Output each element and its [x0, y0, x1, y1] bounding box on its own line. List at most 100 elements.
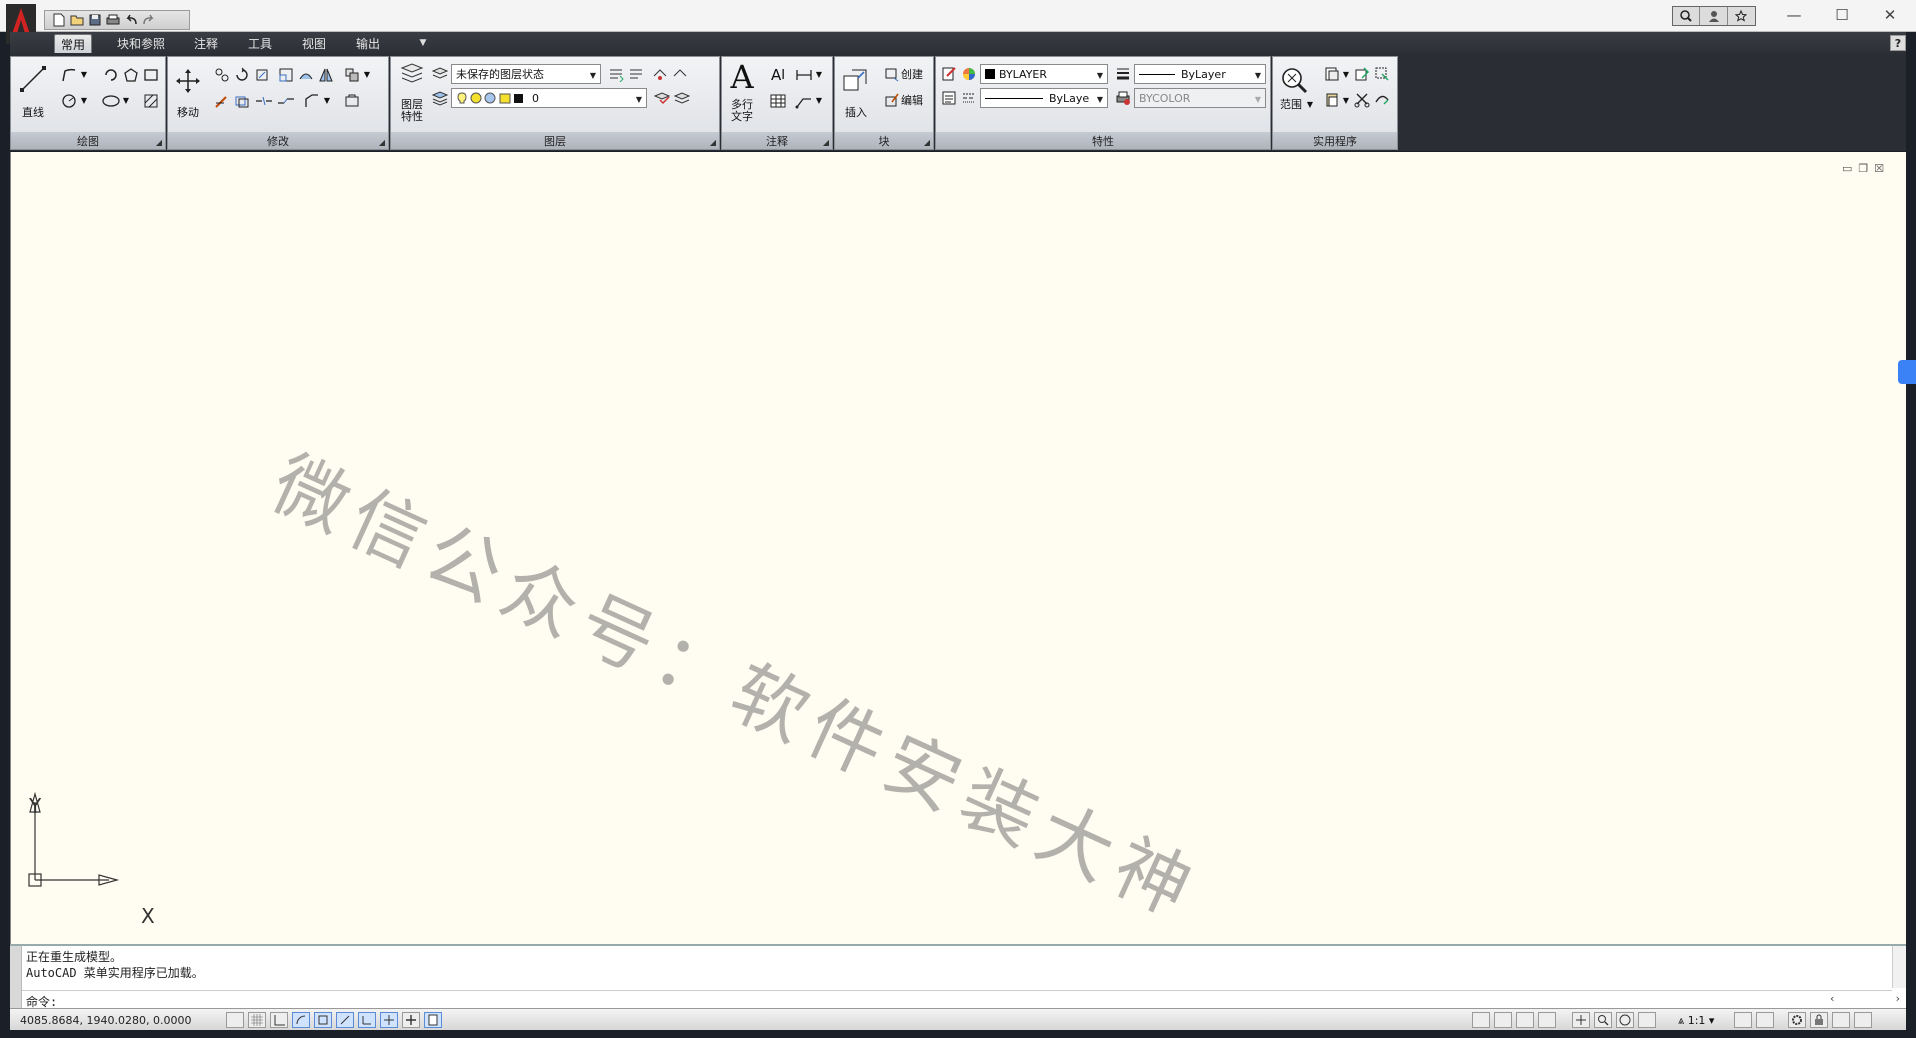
- layer-walk-icon[interactable]: [673, 89, 691, 107]
- viewport-close-icon[interactable]: ☒: [1874, 162, 1884, 176]
- open-icon[interactable]: [69, 12, 85, 28]
- layout1-button[interactable]: [1494, 1012, 1512, 1028]
- fillet-icon[interactable]: [212, 91, 232, 111]
- link-icon[interactable]: [1898, 360, 1916, 384]
- quick-view-button[interactable]: [1538, 1012, 1556, 1028]
- lineweight-display-button[interactable]: [402, 1012, 420, 1028]
- clean-screen-icon[interactable]: [1854, 1012, 1872, 1028]
- trim-icon[interactable]: [252, 65, 272, 85]
- join-icon[interactable]: [276, 91, 296, 111]
- expand-corner-icon[interactable]: ◢: [823, 138, 829, 147]
- auto-scale-icon[interactable]: [1756, 1012, 1774, 1028]
- chevron-down-icon[interactable]: ▼: [362, 69, 372, 79]
- ortho-button[interactable]: [270, 1012, 288, 1028]
- layer-unisolate-icon[interactable]: [671, 65, 689, 83]
- chamfer-icon[interactable]: [302, 91, 322, 111]
- panel-layers-footer[interactable]: 图层 ◢: [391, 132, 719, 149]
- current-layer-dropdown[interactable]: 0 ▼: [451, 88, 647, 108]
- minimize-button[interactable]: —: [1770, 0, 1818, 30]
- panel-modify-footer[interactable]: 修改 ◢: [168, 132, 388, 149]
- edit-block-icon[interactable]: [883, 91, 901, 109]
- panel-annotation-footer[interactable]: 注释 ◢: [722, 132, 832, 149]
- chevron-down-icon[interactable]: ▼: [1341, 95, 1351, 105]
- polygon-icon[interactable]: [121, 65, 141, 85]
- hatch-icon[interactable]: [141, 91, 161, 111]
- cut-icon[interactable]: [1353, 91, 1371, 109]
- search-icon[interactable]: [1673, 7, 1701, 25]
- chevron-down-icon[interactable]: ▼: [79, 69, 89, 79]
- measure-icon[interactable]: [1323, 65, 1341, 83]
- tab-menu-arrow-icon[interactable]: ▼: [414, 36, 432, 50]
- explode-icon[interactable]: [342, 91, 362, 111]
- panel-utilities-footer[interactable]: 实用程序: [1273, 132, 1397, 149]
- layer-previous-icon[interactable]: [607, 65, 625, 83]
- rotate-icon[interactable]: [232, 65, 252, 85]
- layer-properties-icon[interactable]: [399, 61, 425, 87]
- dynamic-input-button[interactable]: [380, 1012, 398, 1028]
- lock-icon[interactable]: [1810, 1012, 1828, 1028]
- command-horizontal-scroll[interactable]: ‹ ›: [1830, 992, 1900, 1006]
- match-properties-icon[interactable]: [940, 65, 958, 83]
- list-properties-icon[interactable]: [940, 89, 958, 107]
- multiline-text-icon[interactable]: A: [728, 58, 756, 96]
- quick-select-icon[interactable]: [1353, 65, 1371, 83]
- showmotion-icon[interactable]: [1638, 1012, 1656, 1028]
- save-icon[interactable]: [87, 12, 103, 28]
- color-wheel-icon[interactable]: [960, 65, 978, 83]
- polyline-icon[interactable]: [59, 65, 79, 85]
- panel-block-footer[interactable]: 块 ◢: [835, 132, 933, 149]
- scroll-right-icon[interactable]: ›: [1896, 992, 1900, 1006]
- tab-output[interactable]: 输出: [350, 34, 386, 53]
- object-snap-tracking-button[interactable]: [336, 1012, 354, 1028]
- viewport-minimize-icon[interactable]: ▭: [1842, 162, 1852, 176]
- tab-blocks-references[interactable]: 块和参照: [110, 34, 172, 53]
- match-icon[interactable]: [1373, 91, 1391, 109]
- tab-home[interactable]: 常用: [54, 34, 92, 53]
- stretch-icon[interactable]: [296, 65, 316, 85]
- layer-state-dropdown[interactable]: 未保存的图层状态 ▼: [451, 64, 601, 84]
- tab-annotate[interactable]: 注释: [188, 34, 224, 53]
- layer-state-icon[interactable]: [431, 65, 449, 83]
- tab-tools[interactable]: 工具: [242, 34, 278, 53]
- chevron-down-icon[interactable]: ▼: [1305, 99, 1315, 109]
- expand-corner-icon[interactable]: ◢: [710, 138, 716, 147]
- color-dropdown[interactable]: BYLAYER ▼: [980, 64, 1108, 84]
- break-icon[interactable]: [254, 91, 274, 111]
- redo-icon[interactable]: [141, 12, 157, 28]
- annotation-scale[interactable]: ⩓ 1:1 ▾: [1678, 1014, 1714, 1028]
- array-icon[interactable]: [342, 65, 362, 85]
- undo-icon[interactable]: [123, 12, 139, 28]
- chevron-down-icon[interactable]: ▼: [1341, 69, 1351, 79]
- line-icon[interactable]: [19, 65, 47, 93]
- layer-match-icon[interactable]: [651, 65, 669, 83]
- star-icon[interactable]: [1728, 7, 1755, 25]
- lineweight-dropdown[interactable]: ByLayer ▼: [1134, 64, 1266, 84]
- plot-style-dropdown[interactable]: BYCOLOR ▼: [1134, 88, 1266, 108]
- object-snap-button[interactable]: [314, 1012, 332, 1028]
- chevron-down-icon[interactable]: ▼: [79, 95, 89, 105]
- select-all-icon[interactable]: [1373, 65, 1391, 83]
- text-style-icon[interactable]: AI: [768, 65, 788, 85]
- pan-icon[interactable]: [1572, 1012, 1590, 1028]
- grid-button[interactable]: [248, 1012, 266, 1028]
- copy-icon[interactable]: [212, 65, 232, 85]
- layer-isolate-icon[interactable]: [627, 65, 645, 83]
- infer-constraints-button[interactable]: [226, 1012, 244, 1028]
- isolate-objects-icon[interactable]: [1832, 1012, 1850, 1028]
- table-icon[interactable]: [768, 91, 788, 111]
- layer-stack-icon[interactable]: [431, 89, 449, 107]
- scale-icon[interactable]: [276, 65, 296, 85]
- new-icon[interactable]: [51, 12, 67, 28]
- mirror-icon[interactable]: [316, 65, 336, 85]
- command-scrollbar[interactable]: [1892, 946, 1906, 988]
- linetype-dropdown[interactable]: ByLaye ▼: [980, 88, 1108, 108]
- workspace-gear-icon[interactable]: [1788, 1012, 1806, 1028]
- linetype-icon[interactable]: [960, 89, 978, 107]
- zoom-icon[interactable]: [1594, 1012, 1612, 1028]
- maximize-button[interactable]: ☐: [1818, 0, 1866, 30]
- move-icon[interactable]: [174, 67, 202, 95]
- ellipse-icon[interactable]: [101, 91, 121, 111]
- steering-wheel-icon[interactable]: [1616, 1012, 1634, 1028]
- make-current-icon[interactable]: [653, 89, 671, 107]
- polar-tracking-button[interactable]: [292, 1012, 310, 1028]
